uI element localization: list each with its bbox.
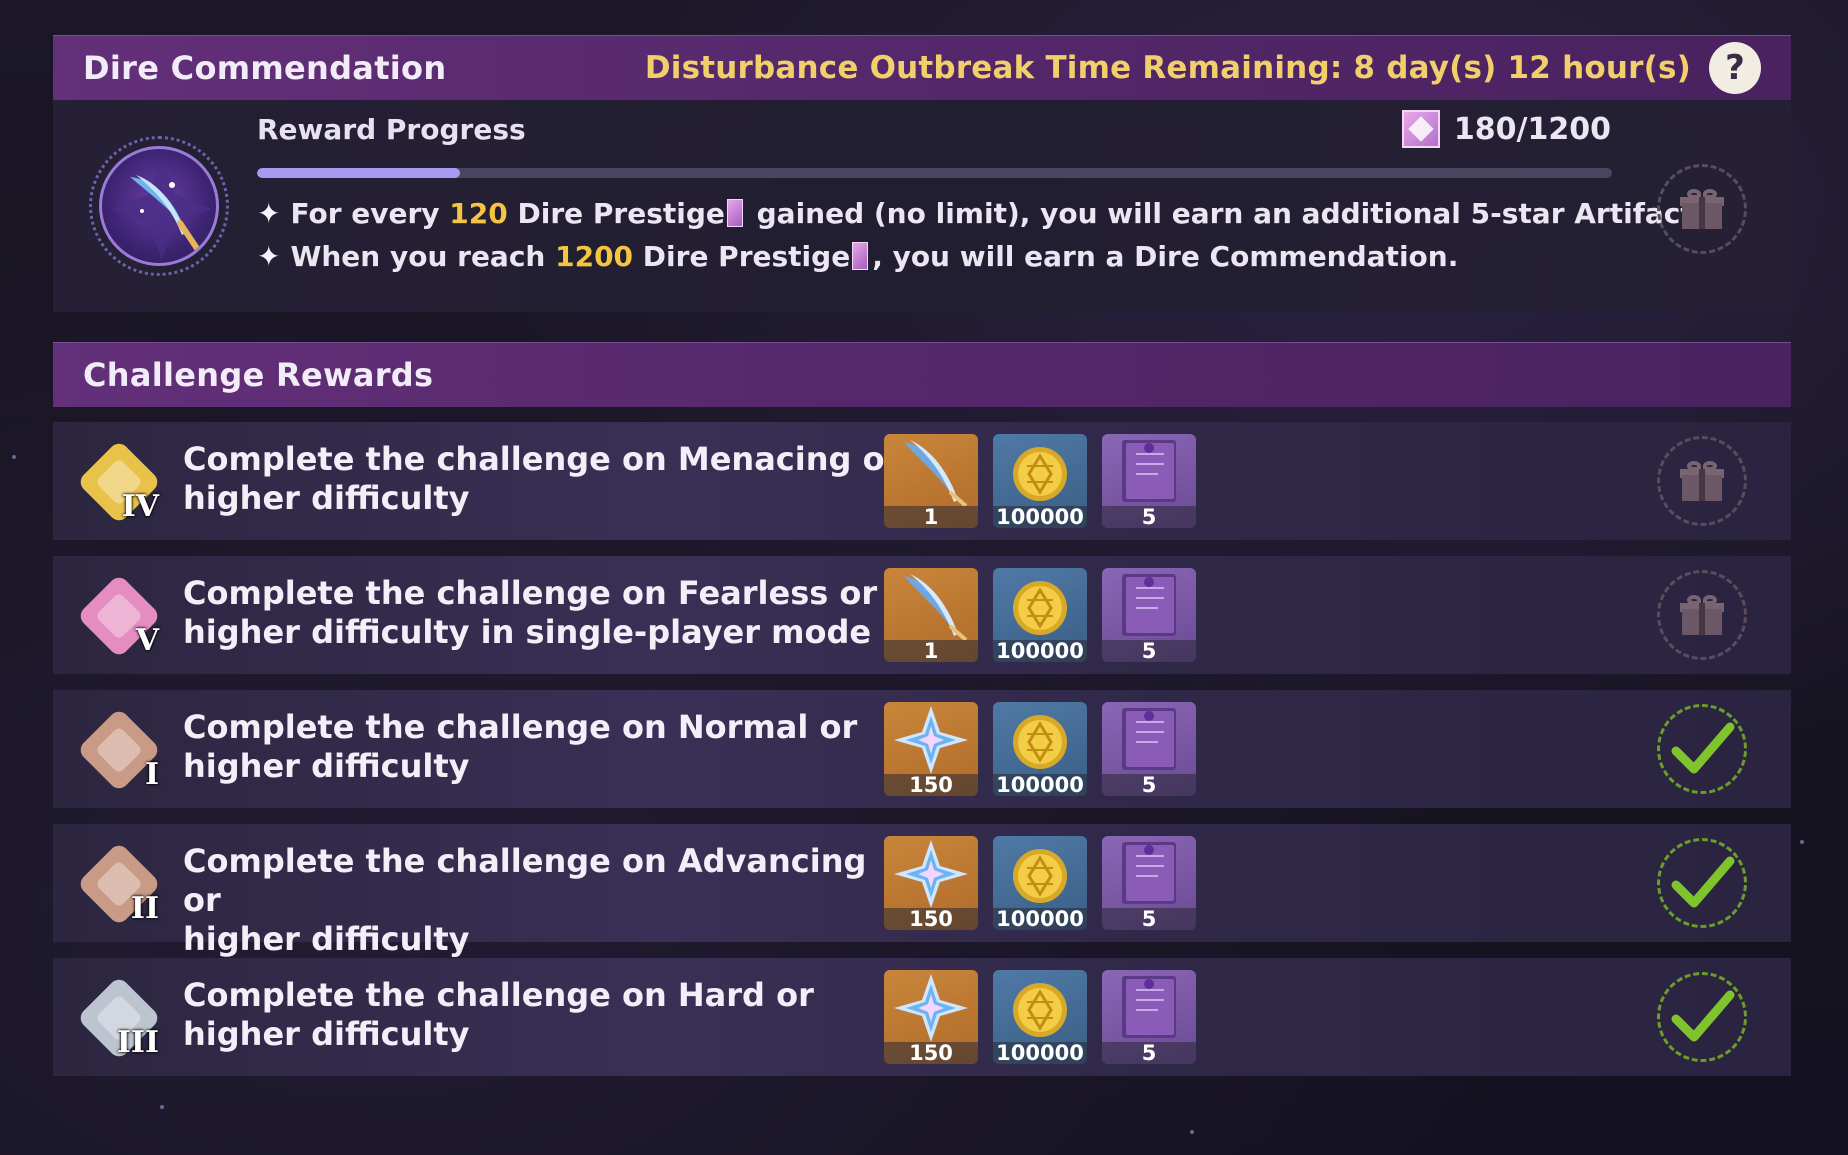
mora-coin-reward[interactable]: 100000 — [993, 434, 1087, 528]
reward-items: 1 100000 5 — [884, 434, 1211, 528]
reward-count: 5 — [1102, 640, 1196, 662]
gift-icon — [1680, 595, 1724, 635]
dire-commendation-medal-icon — [89, 136, 229, 276]
gift-icon — [1680, 461, 1724, 501]
reward-progress-fill — [257, 168, 461, 178]
sparkle-icon: ✦ — [257, 197, 281, 230]
primogem-reward[interactable]: 150 — [884, 970, 978, 1064]
primogem-reward[interactable]: 150 — [884, 836, 978, 930]
claimed-check-icon — [1657, 972, 1747, 1062]
purple-book-reward[interactable]: 5 — [1102, 836, 1196, 930]
reward-count: 5 — [1102, 774, 1196, 796]
reward-progress-bar — [257, 168, 1612, 178]
dire-prestige-icon — [852, 242, 869, 270]
help-button[interactable]: ? — [1709, 42, 1761, 94]
mora-coin-reward[interactable]: 100000 — [993, 702, 1087, 796]
purple-book-reward[interactable]: 5 — [1102, 970, 1196, 1064]
reward-count: 100000 — [993, 908, 1087, 930]
purple-book-reward[interactable]: 5 — [1102, 568, 1196, 662]
rule-line-1: ✦ For every 120 Dire Prestige gained (no … — [257, 197, 1705, 230]
reward-count: 5 — [1102, 908, 1196, 930]
background-star — [1190, 1130, 1194, 1134]
challenge-rewards-panel: Challenge Rewards IV Complete the challe… — [53, 342, 1791, 1092]
reward-progress-section: Reward Progress 180/1200 ✦ For every 120 … — [53, 100, 1791, 312]
primogem-reward[interactable]: 150 — [884, 702, 978, 796]
difficulty-numeral: IV — [121, 489, 159, 524]
reward-count: 100000 — [993, 1042, 1087, 1064]
feather-artifact-reward[interactable]: 1 — [884, 434, 978, 528]
claim-reward-button[interactable] — [1657, 164, 1747, 254]
challenge-description: Complete the challenge on Menacing or hi… — [183, 440, 901, 517]
challenge-description: Complete the challenge on Normal or high… — [183, 708, 858, 785]
difficulty-numeral: I — [144, 757, 159, 792]
reward-count: 5 — [1102, 506, 1196, 528]
panel-title: Dire Commendation — [83, 49, 447, 87]
dire-prestige-icon — [726, 199, 743, 227]
reward-count: 150 — [884, 1042, 978, 1064]
challenge-list: IV Complete the challenge on Menacing or… — [53, 422, 1791, 1076]
challenge-description: Complete the challenge on Hard or higher… — [183, 976, 814, 1053]
reward-count: 1 — [884, 640, 978, 662]
dire-commendation-panel: Dire Commendation Disturbance Outbreak T… — [53, 35, 1791, 312]
challenge-row: I Complete the challenge on Normal or hi… — [53, 690, 1791, 808]
background-star — [160, 1105, 164, 1109]
difficulty-badge-icon: II — [76, 841, 162, 927]
reward-count: 150 — [884, 908, 978, 930]
mora-coin-reward[interactable]: 100000 — [993, 970, 1087, 1064]
difficulty-badge-icon: III — [76, 975, 162, 1061]
challenge-row: IV Complete the challenge on Menacing or… — [53, 422, 1791, 540]
background-star — [12, 455, 16, 459]
difficulty-badge-icon: V — [76, 573, 162, 659]
challenge-description: Complete the challenge on Advancing or h… — [183, 842, 867, 958]
feather-quill-icon — [112, 159, 212, 259]
difficulty-numeral: II — [130, 891, 159, 926]
prestige-count-text: 180/1200 — [1453, 111, 1611, 147]
difficulty-badge-icon: IV — [76, 439, 162, 525]
claim-reward-button[interactable] — [1657, 570, 1747, 660]
reward-count: 100000 — [993, 640, 1087, 662]
reward-count: 5 — [1102, 1042, 1196, 1064]
section-title: Challenge Rewards — [83, 356, 434, 394]
reward-count: 100000 — [993, 506, 1087, 528]
mora-coin-reward[interactable]: 100000 — [993, 836, 1087, 930]
reward-items: 150 100000 5 — [884, 702, 1211, 796]
challenge-row: II Complete the challenge on Advancing o… — [53, 824, 1791, 958]
reward-items: 150 100000 5 — [884, 970, 1211, 1064]
difficulty-numeral: V — [135, 623, 159, 658]
reward-items: 150 100000 5 — [884, 836, 1211, 930]
outbreak-timer: Disturbance Outbreak Time Remaining: 8 d… — [644, 50, 1691, 86]
challenge-row: V Complete the challenge on Fearless or … — [53, 556, 1791, 674]
background-star — [1800, 840, 1804, 844]
reward-progress-label: Reward Progress — [257, 113, 526, 146]
challenge-description: Complete the challenge on Fearless or hi… — [183, 574, 878, 651]
reward-items: 1 100000 5 — [884, 568, 1211, 662]
dire-commendation-header: Dire Commendation Disturbance Outbreak T… — [53, 35, 1791, 100]
feather-artifact-reward[interactable]: 1 — [884, 568, 978, 662]
reward-count: 1 — [884, 506, 978, 528]
rule-line-2: ✦ When you reach 1200 Dire Prestige, you … — [257, 240, 1459, 273]
challenge-rewards-header: Challenge Rewards — [53, 342, 1791, 407]
sparkle-icon: ✦ — [257, 240, 281, 273]
prestige-count: 180/1200 — [1401, 110, 1611, 148]
purple-book-reward[interactable]: 5 — [1102, 434, 1196, 528]
difficulty-badge-icon: I — [76, 707, 162, 793]
reward-count: 100000 — [993, 774, 1087, 796]
dire-prestige-icon — [1401, 110, 1440, 148]
claimed-check-icon — [1657, 704, 1747, 794]
reward-count: 150 — [884, 774, 978, 796]
gift-icon — [1680, 189, 1724, 229]
difficulty-numeral: III — [116, 1025, 159, 1060]
challenge-row: III Complete the challenge on Hard or hi… — [53, 958, 1791, 1076]
claimed-check-icon — [1657, 838, 1747, 928]
mora-coin-reward[interactable]: 100000 — [993, 568, 1087, 662]
claim-reward-button[interactable] — [1657, 436, 1747, 526]
purple-book-reward[interactable]: 5 — [1102, 702, 1196, 796]
